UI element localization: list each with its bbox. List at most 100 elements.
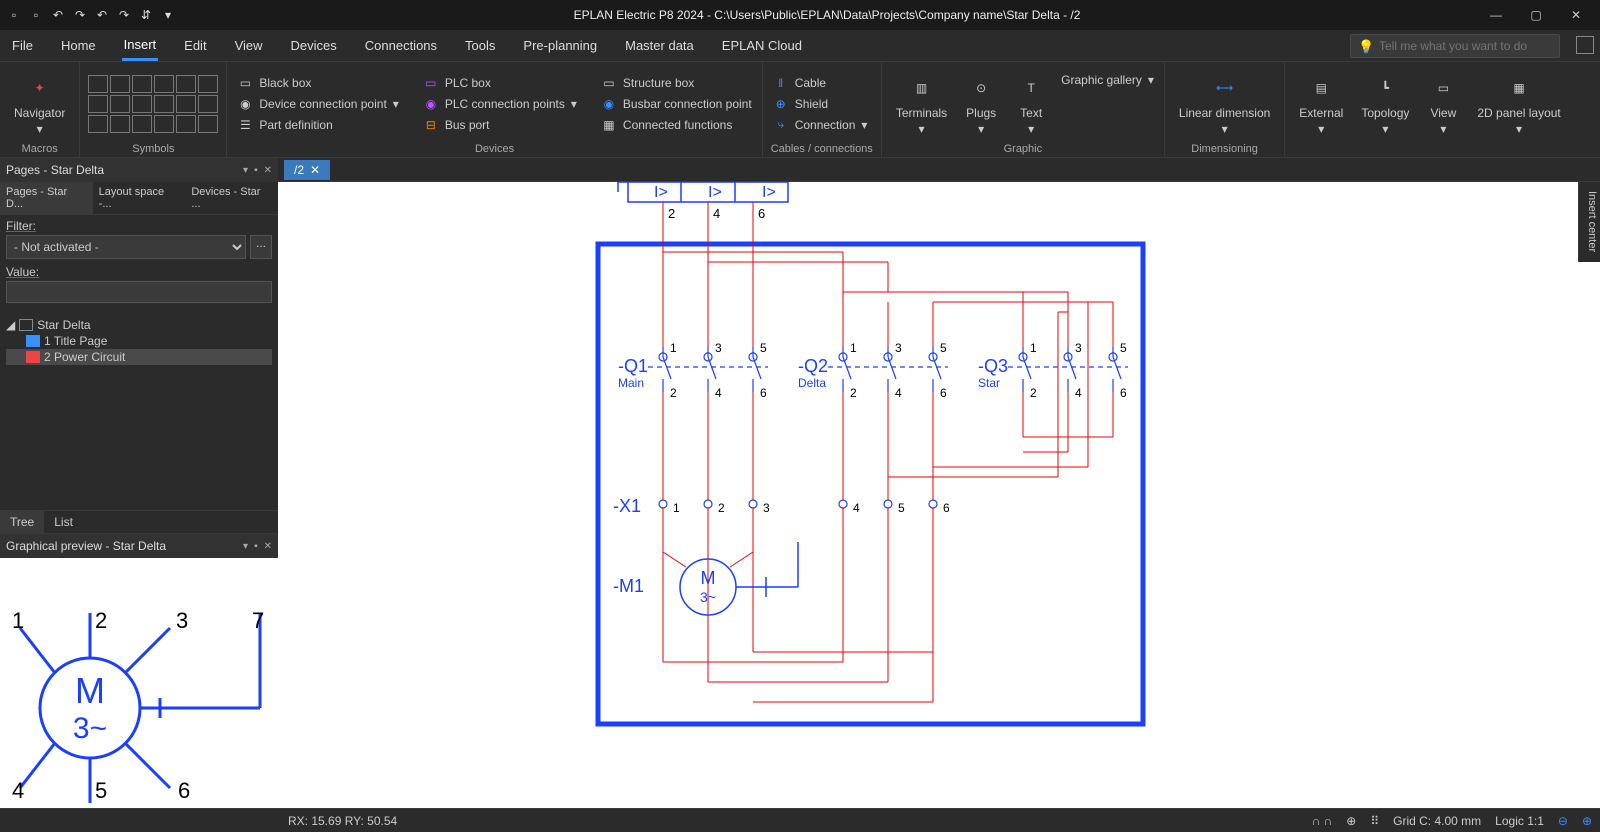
svg-text:-Q2: -Q2 [798, 356, 828, 376]
terminals-button[interactable]: ▥Terminals▾ [890, 70, 953, 138]
graphic-gallery-button[interactable]: Graphic gallery▾ [1059, 72, 1156, 88]
tab-edit[interactable]: Edit [182, 32, 208, 59]
tab-masterdata[interactable]: Master data [623, 32, 696, 59]
filter-select[interactable]: - Not activated - [6, 235, 246, 259]
symbol-grid[interactable] [88, 75, 218, 133]
qa-undo-icon[interactable]: ↶ [48, 5, 68, 25]
svg-text:5: 5 [898, 501, 905, 515]
cable-button[interactable]: ‖Cable [771, 74, 870, 92]
minimize-button[interactable]: — [1476, 0, 1516, 30]
svg-text:3~: 3~ [73, 712, 107, 745]
topology-icon: ┗ [1369, 72, 1401, 104]
doc-tab-active[interactable]: /2 ✕ [284, 160, 330, 180]
target-icon[interactable]: ⊕ [1346, 814, 1356, 828]
group-cables-label: Cables / connections [771, 141, 873, 155]
svg-text:I>: I> [708, 184, 722, 201]
structure-box-icon: ▭ [601, 75, 617, 91]
bus-port-button[interactable]: ⊟Bus port [421, 116, 579, 134]
tree-item-title-page[interactable]: 1 Title Page [6, 333, 272, 349]
panel-layout-button[interactable]: ▦2D panel layout▾ [1471, 70, 1566, 138]
close-icon[interactable]: ✕ [310, 163, 320, 177]
svg-text:4: 4 [1075, 386, 1082, 400]
panel-menu-icon[interactable]: ▾ [243, 165, 248, 176]
qa-open-icon[interactable]: ▫ [26, 5, 46, 25]
chevron-down-icon: ▾ [571, 97, 577, 111]
zoom-out-icon[interactable]: ⊖ [1558, 814, 1568, 828]
filter-more-button[interactable]: ... [250, 235, 272, 259]
device-conn-point-button[interactable]: ◉Device connection point▾ [235, 95, 400, 113]
qa-undo2-icon[interactable]: ↶ [92, 5, 112, 25]
external-button[interactable]: ▤External▾ [1293, 70, 1349, 138]
tree-item-power-circuit[interactable]: 2 Power Circuit [6, 349, 272, 365]
group-cables: ‖Cable ⊕Shield ⤷Connection▾ Cables / con… [763, 62, 882, 157]
view-button[interactable]: ▭View▾ [1421, 70, 1465, 138]
tab-insert[interactable]: Insert [122, 31, 159, 61]
subtab-layout[interactable]: Layout space -... [93, 182, 186, 214]
black-box-button[interactable]: ▭Black box [235, 74, 400, 92]
svg-text:2: 2 [670, 386, 677, 400]
svg-text:-Q1: -Q1 [618, 356, 648, 376]
tab-home[interactable]: Home [59, 32, 98, 59]
tab-tree[interactable]: Tree [0, 511, 44, 533]
group-others: ▤External▾ ┗Topology▾ ▭View▾ ▦2D panel l… [1285, 62, 1574, 157]
connected-func-icon: ▦ [601, 117, 617, 133]
tab-file[interactable]: File [10, 32, 35, 59]
external-icon: ▤ [1305, 72, 1337, 104]
tab-list[interactable]: List [44, 511, 83, 533]
panel-close-icon[interactable]: ✕ [264, 541, 272, 552]
panel-pin-icon[interactable]: ▪ [254, 165, 258, 176]
plugs-button[interactable]: ⊙Plugs▾ [959, 70, 1003, 138]
panel-menu-icon[interactable]: ▾ [243, 541, 248, 552]
search-input[interactable] [1350, 34, 1560, 58]
subtab-pages[interactable]: Pages - Star D... [0, 182, 93, 214]
subtab-devices[interactable]: Devices - Star ... [185, 182, 278, 214]
plc-conn-points-button[interactable]: ◉PLC connection points▾ [421, 95, 579, 113]
grid-icon[interactable]: ⠿ [1370, 814, 1379, 828]
navigator-button[interactable]: ✦ Navigator ▾ [8, 70, 71, 138]
linear-dimension-button[interactable]: ⟷Linear dimension▾ [1173, 70, 1276, 138]
zoom-in-icon[interactable]: ⊕ [1582, 814, 1592, 828]
ribbon-collapse-icon[interactable] [1576, 36, 1594, 54]
part-definition-button[interactable]: ☰Part definition [235, 116, 400, 134]
part-def-icon: ☰ [237, 117, 253, 133]
svg-text:-Q3: -Q3 [978, 356, 1008, 376]
tab-tools[interactable]: Tools [463, 32, 497, 59]
svg-text:3: 3 [763, 501, 770, 515]
plc-box-button[interactable]: ▭PLC box [421, 74, 579, 92]
structure-box-button[interactable]: ▭Structure box [599, 74, 754, 92]
tab-eplan-cloud[interactable]: EPLAN Cloud [720, 32, 804, 59]
maximize-button[interactable]: ▢ [1516, 0, 1556, 30]
busbar-conn-button[interactable]: ◉Busbar connection point [599, 95, 754, 113]
text-button[interactable]: TText▾ [1009, 70, 1053, 138]
snap-icon[interactable]: ∩ ∩ [1312, 814, 1333, 828]
shield-button[interactable]: ⊕Shield [771, 95, 870, 113]
svg-text:3: 3 [715, 341, 722, 355]
qa-redo2-icon[interactable]: ↷ [114, 5, 134, 25]
tab-connections[interactable]: Connections [363, 32, 439, 59]
panel-pin-icon[interactable]: ▪ [254, 541, 258, 552]
qa-new-icon[interactable]: ▫ [4, 5, 24, 25]
tab-preplanning[interactable]: Pre-planning [521, 32, 599, 59]
schematic-canvas[interactable]: I> I> I> 246 [278, 182, 1600, 808]
value-input[interactable] [6, 281, 272, 303]
black-box-icon: ▭ [237, 75, 253, 91]
insert-center-tab[interactable]: Insert center [1578, 182, 1600, 262]
svg-text:I>: I> [762, 184, 776, 201]
chevron-down-icon: ▾ [918, 122, 924, 136]
qa-dropdown-icon[interactable]: ▾ [158, 5, 178, 25]
tab-devices[interactable]: Devices [289, 32, 339, 59]
chevron-down-icon: ▾ [1222, 122, 1228, 136]
connected-functions-button[interactable]: ▦Connected functions [599, 116, 754, 134]
qa-redo-icon[interactable]: ↷ [70, 5, 90, 25]
tree-root[interactable]: ◢Star Delta [6, 317, 272, 333]
topology-button[interactable]: ┗Topology▾ [1355, 70, 1415, 138]
close-button[interactable]: ✕ [1556, 0, 1596, 30]
connection-button[interactable]: ⤷Connection▾ [771, 116, 870, 134]
group-dimensioning: ⟷Linear dimension▾ Dimensioning [1165, 62, 1285, 157]
panel-close-icon[interactable]: ✕ [264, 165, 272, 176]
preview-canvas[interactable]: M 3~ 1237 456 [0, 558, 278, 808]
group-graphic: ▥Terminals▾ ⊙Plugs▾ TText▾ Graphic galle… [882, 62, 1165, 157]
svg-text:2: 2 [668, 206, 675, 221]
qa-task-icon[interactable]: ⇵ [136, 5, 156, 25]
tab-view[interactable]: View [233, 32, 265, 59]
